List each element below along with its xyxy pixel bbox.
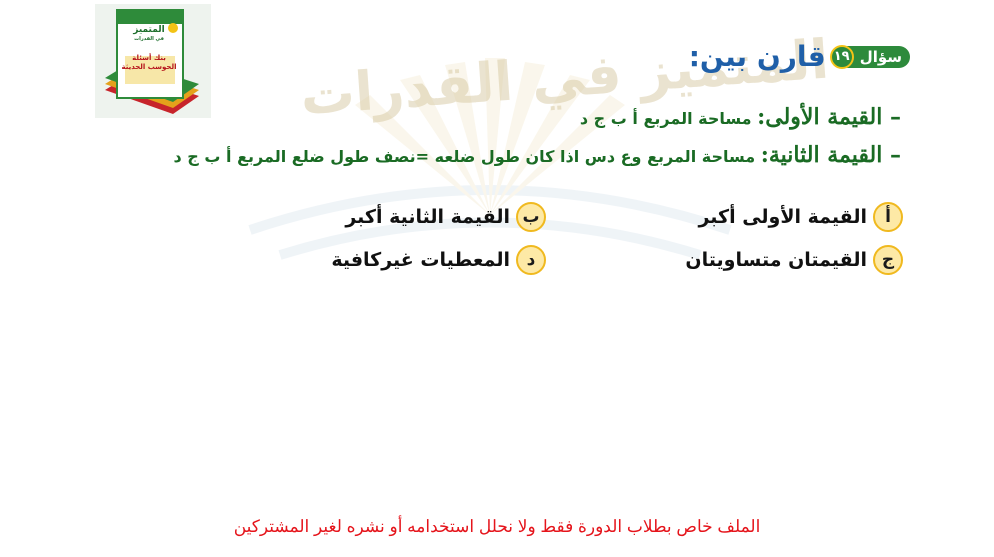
option-a-text: القيمة الأولى أكبر <box>698 206 867 228</box>
option-b[interactable]: ب القيمة الثانية أكبر <box>345 202 546 232</box>
book-cover-image: المتميز في القدرات بنك أسئلة الحوسب الحد… <box>95 4 211 118</box>
question-title: قارن بين: <box>688 40 826 73</box>
option-d-letter: د <box>516 245 546 275</box>
option-d[interactable]: د المعطيات غيركافية <box>331 245 546 275</box>
option-a[interactable]: أ القيمة الأولى أكبر <box>698 202 903 232</box>
option-b-text: القيمة الثانية أكبر <box>345 206 510 228</box>
option-c-text: القيمتان متساويتان <box>685 249 867 271</box>
footer-notice: الملف خاص بطلاب الدورة فقط ولا نحلل استخ… <box>233 517 761 536</box>
first-value-text: مساحة المربع أ ب ج د <box>579 109 758 128</box>
book-line-2: الحوسب الحديثة <box>121 63 177 71</box>
second-value-line: – القيمة الثانية: مساحة المربع وع دس اذا… <box>174 142 902 168</box>
question-header: سؤال ١٩ قارن بين: <box>689 40 910 73</box>
book-title-sub: في القدرات <box>134 36 164 42</box>
option-c[interactable]: ج القيمتان متساويتان <box>685 245 903 275</box>
question-label: سؤال <box>859 47 902 66</box>
book-line-1: بنك أسئلة <box>132 54 166 62</box>
first-value-label: – القيمة الأولى: <box>757 104 901 130</box>
question-number: ١٩ <box>829 44 854 69</box>
option-c-letter: ج <box>873 245 903 275</box>
first-value-line: – القيمة الأولى: مساحة المربع أ ب ج د <box>580 104 901 130</box>
option-d-text: المعطيات غيركافية <box>331 249 510 271</box>
option-b-letter: ب <box>516 202 546 232</box>
second-value-text: مساحة المربع وع دس اذا كان طول ضلعه =نصف… <box>173 147 761 166</box>
book-title: المتميز في القدرات بنك أسئلة الحوسب الحد… <box>121 26 177 72</box>
question-badge: سؤال ١٩ <box>829 44 910 69</box>
book-title-main: المتميز <box>133 25 165 35</box>
option-a-letter: أ <box>873 202 903 232</box>
second-value-label: – القيمة الثانية: <box>760 142 901 168</box>
